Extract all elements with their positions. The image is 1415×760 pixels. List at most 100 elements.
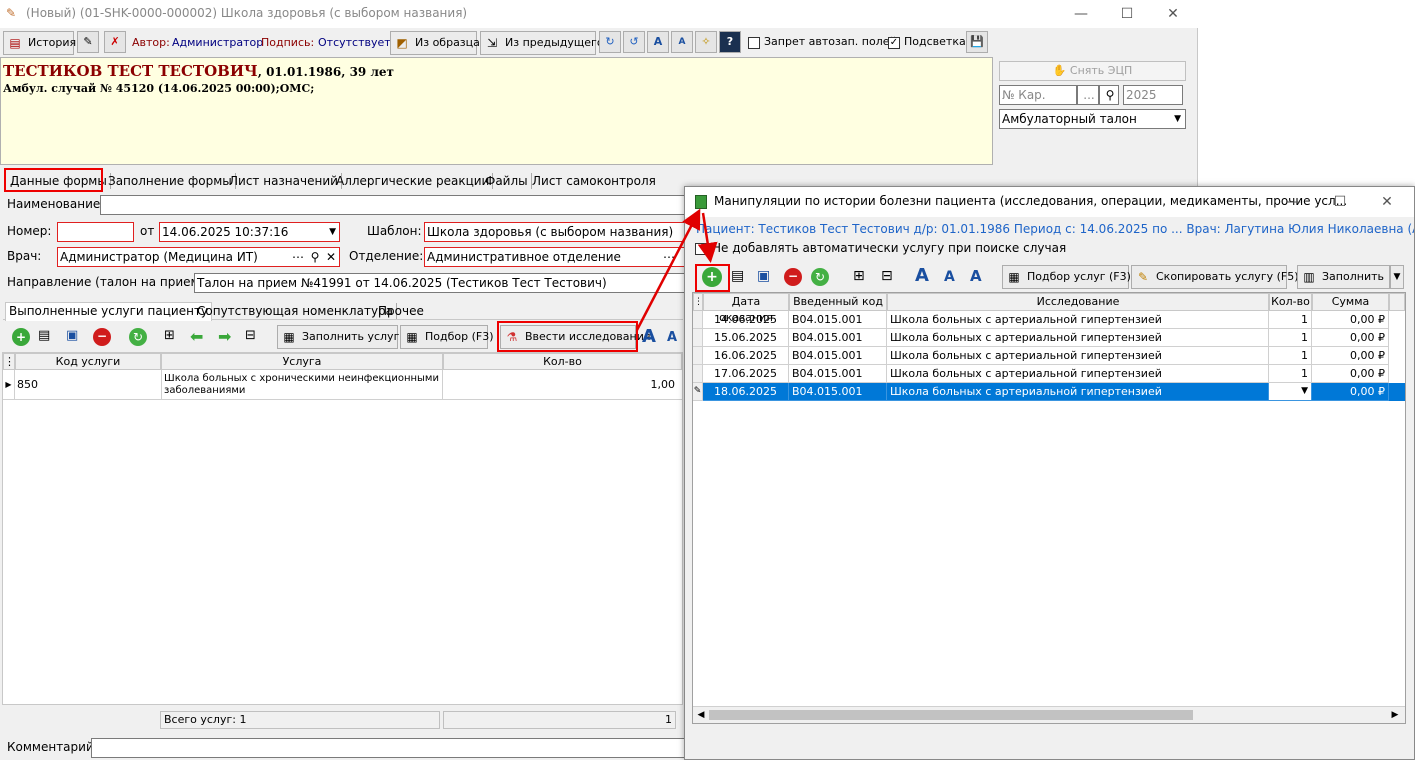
tab-files[interactable]: Файлы	[482, 173, 532, 189]
delete-icon[interactable]: −	[93, 328, 111, 346]
tab-fill-form[interactable]: Заполнение формы	[105, 173, 236, 189]
tab-allergies[interactable]: Аллергические реакции	[333, 173, 494, 189]
add-icon[interactable]: +	[12, 328, 30, 346]
sign-icon[interactable]: ✎	[77, 31, 99, 53]
from-sample-button[interactable]: ◩ Из образца	[390, 31, 480, 55]
refresh-icon[interactable]: ↻	[599, 31, 621, 53]
forbid-autofill-checkbox[interactable]	[748, 37, 760, 49]
close-button[interactable]: ✕	[1150, 0, 1196, 28]
template-input[interactable]: Школа здоровья (с выбором названия)	[424, 222, 686, 242]
qty-cell[interactable]: 1	[1269, 347, 1312, 365]
edit-list-icon[interactable]: ▤	[731, 268, 744, 284]
edit-list-icon[interactable]: ▤	[38, 328, 56, 346]
horizontal-scrollbar[interactable]: ◀ ▶	[693, 706, 1405, 723]
col-research[interactable]: Исследование	[887, 293, 1269, 311]
scroll-left-icon[interactable]: ◀	[695, 709, 707, 721]
no-auto-checkbox[interactable]	[695, 243, 707, 255]
card-number-input[interactable]: № Кар.	[999, 85, 1077, 105]
qty-cell[interactable]: 1	[1269, 365, 1312, 383]
arrow-left-icon[interactable]: ⬅	[190, 328, 210, 346]
tab-related-nomenclature[interactable]: Сопутствующая номенклатура	[194, 303, 398, 319]
chevron-down-icon[interactable]: ▼	[1301, 383, 1308, 400]
table-row[interactable]: ▶ 850 Школа больных с хроническими неинф…	[3, 370, 682, 400]
export-icon[interactable]: ⊟	[881, 268, 893, 284]
pick-services-button[interactable]: ▦ Подбор услуг (F3)	[1002, 265, 1131, 289]
table-row[interactable]: 17.06.2025 B04.015.001 Школа больных с арт…	[693, 365, 1405, 383]
col-code[interactable]: Введенный код	[789, 293, 887, 311]
grid-menu-icon[interactable]: ⋮	[3, 353, 15, 370]
dialog-minimize-button[interactable]: —	[1271, 187, 1317, 217]
history-button[interactable]: ▤ История	[3, 31, 76, 55]
font-decrease-icon[interactable]: A	[944, 269, 955, 285]
table-row[interactable]: ✎ 18.06.2025 B04.015.001 Школа больных с ар…	[693, 383, 1405, 401]
search-icon[interactable]: ⚲	[307, 248, 323, 266]
help-icon[interactable]: ?	[719, 31, 741, 53]
col-sum[interactable]: Сумма	[1312, 293, 1389, 311]
unsign-icon[interactable]: ✗	[104, 31, 126, 53]
arrow-right-icon[interactable]: ➡	[218, 328, 238, 346]
grid-menu-icon[interactable]: ⋮	[693, 293, 703, 311]
scrollbar-thumb[interactable]	[709, 710, 1193, 720]
tab-prescriptions[interactable]: Лист назначений	[226, 173, 342, 189]
name-input[interactable]	[100, 195, 690, 215]
qty-cell[interactable]: 1	[1269, 329, 1312, 347]
save-icon[interactable]: ▣	[757, 268, 770, 284]
font-reset-icon[interactable]: A	[970, 267, 982, 285]
col-date[interactable]: Дата оказания	[703, 293, 789, 324]
highlight-checkbox[interactable]: ✓	[888, 37, 900, 49]
columns-icon[interactable]: ⊞	[164, 328, 182, 346]
copy-service-button[interactable]: ✎ Скопировать услугу (F5)	[1131, 265, 1299, 289]
scroll-right-icon[interactable]: ▶	[1389, 709, 1401, 721]
col-qty[interactable]: Кол-во	[1269, 293, 1312, 311]
form-type-select[interactable]: Амбулаторный талон ▼	[999, 109, 1186, 129]
export-icon[interactable]: ⊟	[245, 328, 263, 346]
maximize-button[interactable]: ☐	[1104, 0, 1150, 28]
qty-cell[interactable]: 1	[1269, 311, 1312, 329]
table-row[interactable]: 16.06.2025 B04.015.001 Школа больных с арт…	[693, 347, 1405, 365]
number-input[interactable]	[57, 222, 134, 242]
clear-icon[interactable]: ✕	[323, 248, 339, 266]
dialog-maximize-button[interactable]: ☐	[1317, 187, 1363, 217]
referral-input[interactable]: Талон на прием №41991 от 14.06.2025 (Тес…	[194, 273, 686, 293]
table-row[interactable]: 15.06.2025 B04.015.001 Школа больных с арт…	[693, 329, 1405, 347]
search-icon[interactable]: ⚲	[1099, 85, 1119, 105]
qty-cell[interactable]: ▼	[1269, 383, 1312, 401]
font-increase-icon[interactable]: A	[642, 326, 656, 347]
minimize-button[interactable]: —	[1058, 0, 1104, 28]
save-icon[interactable]: ▣	[66, 328, 84, 346]
col-service[interactable]: Услуга	[161, 353, 443, 370]
sign-value: Отсутствует	[318, 36, 391, 49]
col-service-code[interactable]: Код услуги	[15, 353, 161, 370]
font-decrease-icon[interactable]: A	[667, 330, 677, 345]
font-decrease-icon[interactable]: A	[671, 31, 693, 53]
columns-icon[interactable]: ⊞	[853, 268, 865, 284]
from-previous-button[interactable]: ⇲ Из предыдущего	[480, 31, 604, 55]
fill-services-button[interactable]: ▦ Заполнить услуги	[277, 325, 407, 349]
doctor-input[interactable]: Администратор (Медицина ИТ) ⋯ ⚲ ✕	[57, 247, 340, 267]
year-stepper[interactable]: 2025	[1123, 85, 1183, 105]
fill-button[interactable]: ▥ Заполнить	[1297, 265, 1390, 289]
fill-dropdown-icon[interactable]: ▼	[1390, 265, 1404, 289]
more-icon[interactable]: ⋯	[290, 248, 306, 266]
tab-performed-services[interactable]: Выполненные услуги пациенту	[5, 302, 213, 321]
pick-button[interactable]: ▦ Подбор (F3)	[400, 325, 494, 349]
brush-icon[interactable]: ✧	[695, 31, 717, 53]
font-increase-icon[interactable]: A	[647, 31, 669, 53]
tab-self-control[interactable]: Лист самоконтроля	[529, 173, 659, 189]
dialog-close-button[interactable]: ✕	[1364, 187, 1410, 217]
col-quantity[interactable]: Кол-во	[443, 353, 682, 370]
date-input[interactable]: 14.06.2025 10:37:16 ▼	[159, 222, 340, 242]
undo-icon[interactable]: ↺	[623, 31, 645, 53]
department-input[interactable]: Административное отделение ⋯	[424, 247, 686, 267]
refresh-icon[interactable]: ↻	[811, 268, 829, 286]
save-icon[interactable]: 💾	[966, 31, 988, 53]
remove-ecp-button[interactable]: ✋ Снять ЭЦП	[999, 61, 1186, 81]
card-more-button[interactable]: ...	[1077, 85, 1099, 105]
total-services: Всего услуг: 1	[160, 711, 440, 729]
table-row[interactable]: 14.06.2025 B04.015.001 Школа больных с арт…	[693, 311, 1405, 329]
font-increase-icon[interactable]: A	[915, 265, 929, 286]
refresh-icon[interactable]: ↻	[129, 328, 147, 346]
delete-icon[interactable]: −	[784, 268, 802, 286]
more-icon[interactable]: ⋯	[661, 248, 677, 266]
tab-other[interactable]: Прочее	[375, 303, 427, 319]
